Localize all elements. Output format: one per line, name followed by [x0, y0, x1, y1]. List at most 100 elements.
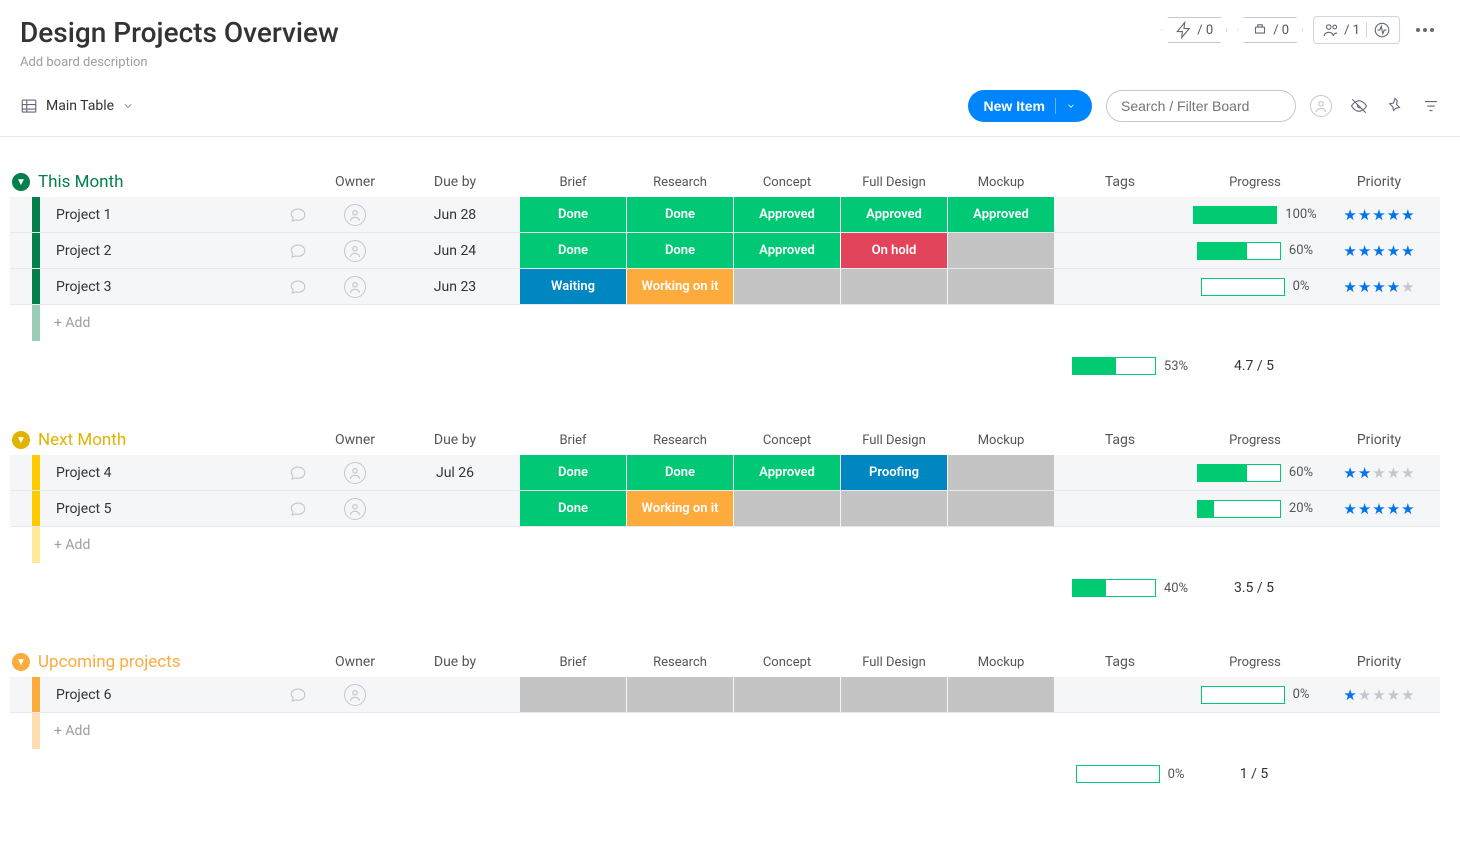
- owner-avatar[interactable]: [344, 684, 366, 706]
- more-menu-icon[interactable]: [1410, 22, 1440, 38]
- star-icon[interactable]: ★: [1343, 206, 1356, 224]
- col-concept[interactable]: Concept: [734, 175, 840, 190]
- status-cell[interactable]: On hold: [841, 233, 947, 268]
- status-cell[interactable]: Approved: [948, 197, 1054, 232]
- star-icon[interactable]: ★: [1358, 242, 1371, 260]
- col-full design[interactable]: Full Design: [841, 433, 947, 448]
- star-icon[interactable]: ★: [1358, 500, 1371, 518]
- chat-icon[interactable]: [289, 500, 307, 518]
- status-cell[interactable]: Done: [520, 455, 626, 490]
- status-cell[interactable]: [627, 677, 733, 712]
- priority-cell[interactable]: ★★★★★: [1325, 197, 1433, 232]
- status-cell[interactable]: [948, 455, 1054, 490]
- star-icon[interactable]: ★: [1387, 278, 1400, 296]
- col-mockup[interactable]: Mockup: [948, 655, 1054, 670]
- tags-cell[interactable]: [1055, 491, 1185, 526]
- col-brief[interactable]: Brief: [520, 175, 626, 190]
- star-icon[interactable]: ★: [1372, 686, 1385, 704]
- group-collapse-icon[interactable]: ▼: [12, 431, 30, 449]
- view-selector[interactable]: Main Table: [20, 97, 134, 115]
- status-cell[interactable]: [948, 491, 1054, 526]
- status-cell[interactable]: [948, 269, 1054, 304]
- progress-cell[interactable]: 60%: [1185, 455, 1325, 490]
- col-progress[interactable]: Progress: [1185, 433, 1325, 448]
- owner-avatar[interactable]: [344, 240, 366, 262]
- star-icon[interactable]: ★: [1343, 242, 1356, 260]
- col-research[interactable]: Research: [627, 655, 733, 670]
- col-brief[interactable]: Brief: [520, 433, 626, 448]
- status-cell[interactable]: [734, 677, 840, 712]
- col-mockup[interactable]: Mockup: [948, 175, 1054, 190]
- new-item-dropdown[interactable]: [1055, 98, 1076, 114]
- due-date[interactable]: Jun 23: [390, 269, 520, 304]
- priority-cell[interactable]: ★★★★★: [1325, 491, 1433, 526]
- status-cell[interactable]: Done: [627, 233, 733, 268]
- status-cell[interactable]: Done: [520, 491, 626, 526]
- status-cell[interactable]: [841, 269, 947, 304]
- item-name[interactable]: Project 6: [40, 677, 275, 712]
- star-icon[interactable]: ★: [1343, 464, 1356, 482]
- col-owner[interactable]: Owner: [320, 432, 390, 448]
- table-row[interactable]: Project 6 0%★★★★★: [10, 677, 1440, 713]
- col-dueby[interactable]: Due by: [390, 654, 520, 670]
- col-full design[interactable]: Full Design: [841, 175, 947, 190]
- tags-cell[interactable]: [1055, 269, 1185, 304]
- table-row[interactable]: Project 5DoneWorking on it20%★★★★★: [10, 491, 1440, 527]
- col-tags[interactable]: Tags: [1055, 654, 1185, 670]
- tags-cell[interactable]: [1055, 677, 1185, 712]
- status-cell[interactable]: [734, 491, 840, 526]
- owner-avatar[interactable]: [344, 276, 366, 298]
- star-icon[interactable]: ★: [1372, 464, 1385, 482]
- integrations-chip[interactable]: / 0: [1237, 17, 1303, 43]
- hide-icon[interactable]: [1350, 97, 1368, 115]
- status-cell[interactable]: Done: [627, 455, 733, 490]
- col-research[interactable]: Research: [627, 433, 733, 448]
- star-icon[interactable]: ★: [1401, 206, 1414, 224]
- group-collapse-icon[interactable]: ▼: [12, 173, 30, 191]
- col-priority[interactable]: Priority: [1325, 174, 1433, 190]
- star-icon[interactable]: ★: [1387, 686, 1400, 704]
- priority-cell[interactable]: ★★★★★: [1325, 269, 1433, 304]
- priority-cell[interactable]: ★★★★★: [1325, 677, 1433, 712]
- col-dueby[interactable]: Due by: [390, 432, 520, 448]
- pin-icon[interactable]: [1386, 97, 1404, 115]
- due-date[interactable]: [390, 677, 520, 712]
- progress-cell[interactable]: 60%: [1185, 233, 1325, 268]
- due-date[interactable]: [390, 491, 520, 526]
- due-date[interactable]: Jun 28: [390, 197, 520, 232]
- progress-cell[interactable]: 0%: [1185, 677, 1325, 712]
- search-input[interactable]: [1106, 90, 1296, 122]
- star-icon[interactable]: ★: [1387, 464, 1400, 482]
- priority-cell[interactable]: ★★★★★: [1325, 233, 1433, 268]
- add-item-row[interactable]: + Add: [10, 527, 1440, 563]
- star-icon[interactable]: ★: [1387, 242, 1400, 260]
- tags-cell[interactable]: [1055, 233, 1185, 268]
- person-filter-icon[interactable]: [1310, 95, 1332, 117]
- status-cell[interactable]: Approved: [734, 197, 840, 232]
- group-title[interactable]: This Month: [38, 172, 123, 192]
- status-cell[interactable]: [948, 233, 1054, 268]
- star-icon[interactable]: ★: [1358, 464, 1371, 482]
- status-cell[interactable]: Approved: [734, 233, 840, 268]
- owner-avatar[interactable]: [344, 498, 366, 520]
- board-description[interactable]: Add board description: [20, 55, 339, 70]
- progress-cell[interactable]: 20%: [1185, 491, 1325, 526]
- star-icon[interactable]: ★: [1372, 206, 1385, 224]
- priority-cell[interactable]: ★★★★★: [1325, 455, 1433, 490]
- star-icon[interactable]: ★: [1372, 278, 1385, 296]
- status-cell[interactable]: Proofing: [841, 455, 947, 490]
- status-cell[interactable]: Approved: [841, 197, 947, 232]
- status-cell[interactable]: Working on it: [627, 491, 733, 526]
- status-cell[interactable]: Waiting: [520, 269, 626, 304]
- col-mockup[interactable]: Mockup: [948, 433, 1054, 448]
- group-collapse-icon[interactable]: ▼: [12, 653, 30, 671]
- chat-icon[interactable]: [289, 686, 307, 704]
- star-icon[interactable]: ★: [1401, 686, 1414, 704]
- tags-cell[interactable]: [1055, 197, 1185, 232]
- chat-icon[interactable]: [289, 278, 307, 296]
- status-cell[interactable]: [948, 677, 1054, 712]
- item-name[interactable]: Project 2: [40, 233, 275, 268]
- star-icon[interactable]: ★: [1387, 500, 1400, 518]
- col-tags[interactable]: Tags: [1055, 174, 1185, 190]
- table-row[interactable]: Project 1Jun 28DoneDoneApprovedApprovedA…: [10, 197, 1440, 233]
